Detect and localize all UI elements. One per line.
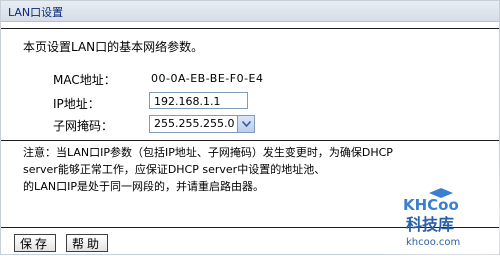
- page-title: LAN口设置: [8, 6, 64, 19]
- subnet-mask-select[interactable]: 255.255.255.0: [149, 115, 255, 133]
- ip-label: IP地址：: [53, 97, 100, 111]
- svg-text:KHCoo: KHCoo: [403, 196, 459, 212]
- watermark-logo: KHCoo: [403, 188, 459, 212]
- ip-address-input[interactable]: 192.168.1.1: [149, 92, 248, 109]
- top-divider: [1, 28, 499, 29]
- watermark-url: khcoo.com: [406, 237, 461, 248]
- lan-settings-panel: LAN口设置 本页设置LAN口的基本网络参数。 MAC地址： 00-0A-EB-…: [0, 0, 500, 256]
- title-bar: LAN口设置: [1, 1, 499, 22]
- subnet-mask-value: 255.255.255.0: [154, 117, 235, 130]
- save-button[interactable]: 保存: [14, 234, 56, 252]
- middle-divider: [1, 140, 499, 141]
- mac-value: 00-0A-EB-BE-F0-E4: [151, 72, 264, 85]
- mac-label: MAC地址：: [53, 73, 116, 87]
- chevron-down-icon[interactable]: [237, 116, 254, 132]
- watermark-name: 科技库: [406, 215, 455, 234]
- help-button[interactable]: 帮助: [66, 234, 108, 252]
- subnet-mask-label: 子网掩码：: [53, 119, 114, 133]
- intro-text: 本页设置LAN口的基本网络参数。: [23, 40, 204, 54]
